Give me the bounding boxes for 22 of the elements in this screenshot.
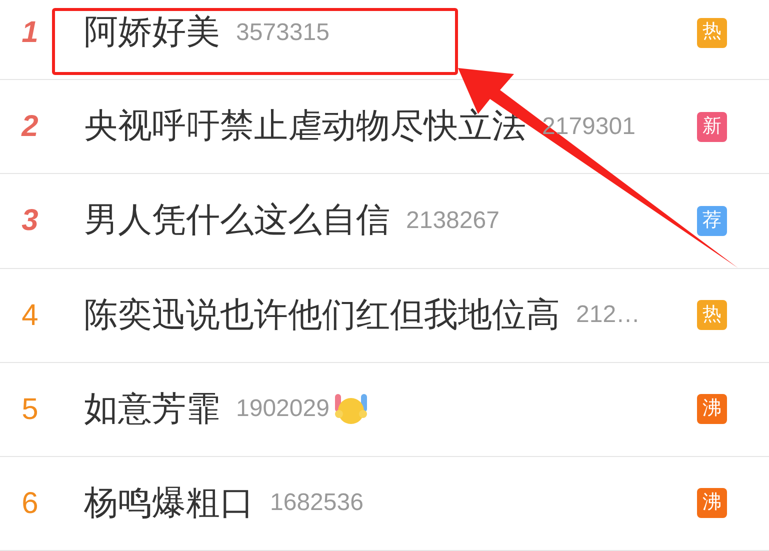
search-count: 1902029: [236, 394, 330, 424]
search-count: 1682536: [270, 488, 364, 518]
rank-number: 6: [20, 486, 40, 522]
topic-title[interactable]: 陈奕迅说也许他们红但我地位高: [84, 290, 560, 341]
rank-number: 1: [20, 15, 40, 52]
topic-badge: 荐: [697, 206, 727, 236]
rank-number: 2: [20, 109, 40, 146]
topic-title[interactable]: 如意芳霏: [84, 384, 220, 435]
rank-number: 4: [20, 298, 40, 334]
rank-number: 3: [20, 203, 40, 240]
topic-title[interactable]: 男人凭什么这么自信: [84, 195, 390, 246]
topic-badge: 热: [697, 300, 727, 330]
topic-title[interactable]: 杨鸣爆粗口: [84, 478, 254, 529]
topic-title[interactable]: 阿娇好美: [84, 7, 220, 58]
topic-badge: 沸: [697, 394, 727, 424]
rank-number: 5: [20, 392, 40, 428]
search-count: 212…: [576, 300, 640, 330]
topic-badge: 新: [697, 112, 727, 142]
topic-badge: 沸: [697, 488, 727, 518]
search-count: 2138267: [406, 206, 500, 236]
topic-badge: 热: [697, 18, 727, 48]
search-count: 3573315: [236, 18, 330, 48]
